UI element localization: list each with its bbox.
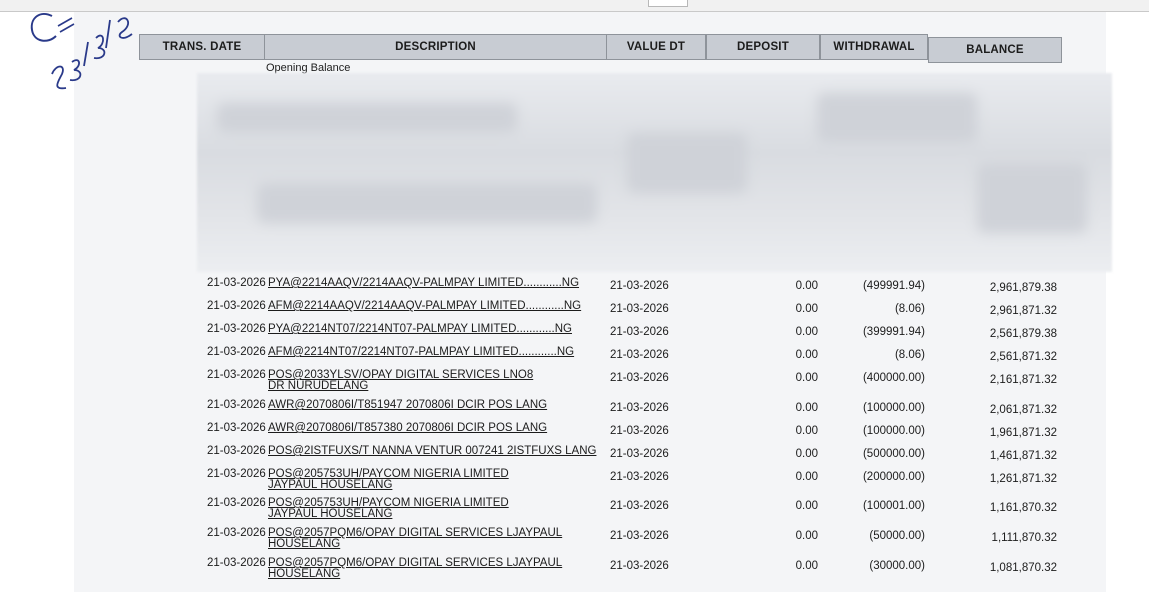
viewer-toolbar <box>0 0 1149 12</box>
row-balance: 2,061,871.32 <box>989 404 1057 416</box>
row-value-date: 21-03-2026 <box>610 326 669 338</box>
row-deposit: 0.00 <box>795 448 818 460</box>
row-date: 21-03-2026 <box>207 468 266 480</box>
row-deposit: 0.00 <box>795 402 818 414</box>
row-deposit: 0.00 <box>795 372 818 384</box>
row-value-date: 21-03-2026 <box>610 425 669 437</box>
row-date: 21-03-2026 <box>207 300 266 312</box>
row-description: POS@2033YLSV/OPAY DIGITAL SERVICES LNO8 … <box>268 369 534 392</box>
row-description: POS@205753UH/PAYCOM NIGERIA LIMITED JAYP… <box>268 468 509 491</box>
row-withdrawal: (100001.00) <box>862 500 925 512</box>
row-value-date: 21-03-2026 <box>610 500 669 512</box>
row-withdrawal: (400000.00) <box>862 372 925 384</box>
row-value-date: 21-03-2026 <box>610 560 669 572</box>
row-date: 21-03-2026 <box>207 445 266 457</box>
row-balance: 1,461,871.32 <box>989 450 1057 462</box>
header-trans-date: TRANS. DATE <box>139 34 265 60</box>
row-date: 21-03-2026 <box>207 399 266 411</box>
row-withdrawal: (500000.00) <box>862 448 925 460</box>
row-balance: 2,961,871.32 <box>989 305 1057 317</box>
row-description: AFM@2214NT07/2214NT07-PALMPAY LIMITED...… <box>268 346 575 358</box>
row-withdrawal: (8.06) <box>894 303 925 315</box>
row-withdrawal: (100000.00) <box>862 425 925 437</box>
row-balance: 2,161,871.32 <box>989 374 1057 386</box>
row-date: 21-03-2026 <box>207 369 266 381</box>
row-description: POS@2057PQM6/OPAY DIGITAL SERVICES LJAYP… <box>268 527 563 550</box>
row-balance: 2,961,879.38 <box>989 282 1057 294</box>
row-withdrawal: (30000.00) <box>869 560 925 572</box>
header-value-dt: VALUE DT <box>606 34 706 60</box>
row-deposit: 0.00 <box>795 471 818 483</box>
row-balance: 2,561,879.38 <box>989 328 1057 340</box>
row-description: POS@2ISTFUXS/T NANNA VENTUR 007241 2ISTF… <box>268 445 597 457</box>
row-deposit: 0.00 <box>795 530 818 542</box>
row-description: PYA@2214NT07/2214NT07-PALMPAY LIMITED...… <box>268 323 572 335</box>
row-description: AWR@2070806I/T857380 2070806I DCIR POS L… <box>268 422 548 434</box>
row-deposit: 0.00 <box>795 349 818 361</box>
row-balance: 1,081,870.32 <box>989 562 1057 574</box>
row-balance: 1,161,870.32 <box>989 502 1057 514</box>
row-withdrawal: (499991.94) <box>862 280 925 292</box>
row-withdrawal: (399991.94) <box>862 326 925 338</box>
header-withdrawal: WITHDRAWAL <box>820 34 928 60</box>
row-value-date: 21-03-2026 <box>610 280 669 292</box>
row-description: POS@2057PQM6/OPAY DIGITAL SERVICES LJAYP… <box>268 557 563 580</box>
page-edge <box>1106 12 1149 592</box>
row-withdrawal: (8.06) <box>894 349 925 361</box>
toolbar-tab[interactable] <box>648 0 688 7</box>
row-description: POS@205753UH/PAYCOM NIGERIA LIMITED JAYP… <box>268 497 509 520</box>
row-withdrawal: (100000.00) <box>862 402 925 414</box>
row-deposit: 0.00 <box>795 500 818 512</box>
row-date: 21-03-2026 <box>207 346 266 358</box>
row-balance: 1,261,871.32 <box>989 473 1057 485</box>
row-value-date: 21-03-2026 <box>610 303 669 315</box>
row-date: 21-03-2026 <box>207 323 266 335</box>
row-withdrawal: (50000.00) <box>869 530 925 542</box>
header-balance: BALANCE <box>928 37 1062 63</box>
row-date: 21-03-2026 <box>207 277 266 289</box>
redacted-region <box>197 73 1112 272</box>
row-value-date: 21-03-2026 <box>610 448 669 460</box>
row-deposit: 0.00 <box>795 280 818 292</box>
row-description: PYA@2214AAQV/2214AAQV-PALMPAY LIMITED...… <box>268 277 580 289</box>
row-date: 21-03-2026 <box>207 527 266 539</box>
row-date: 21-03-2026 <box>207 557 266 569</box>
row-date: 21-03-2026 <box>207 497 266 509</box>
row-value-date: 21-03-2026 <box>610 530 669 542</box>
row-value-date: 21-03-2026 <box>610 349 669 361</box>
row-balance: 2,561,871.32 <box>989 351 1057 363</box>
row-date: 21-03-2026 <box>207 422 266 434</box>
row-value-date: 21-03-2026 <box>610 402 669 414</box>
row-deposit: 0.00 <box>795 560 818 572</box>
header-description: DESCRIPTION <box>264 34 607 60</box>
row-description: AFM@2214AAQV/2214AAQV-PALMPAY LIMITED...… <box>268 300 582 312</box>
row-value-date: 21-03-2026 <box>610 471 669 483</box>
row-deposit: 0.00 <box>795 425 818 437</box>
row-balance: 1,111,870.32 <box>991 532 1057 544</box>
row-balance: 1,961,871.32 <box>989 427 1057 439</box>
row-value-date: 21-03-2026 <box>610 372 669 384</box>
row-description: AWR@2070806I/T851947 2070806I DCIR POS L… <box>268 399 548 411</box>
row-deposit: 0.00 <box>795 326 818 338</box>
row-withdrawal: (200000.00) <box>862 471 925 483</box>
row-deposit: 0.00 <box>795 303 818 315</box>
header-deposit: DEPOSIT <box>706 34 820 60</box>
